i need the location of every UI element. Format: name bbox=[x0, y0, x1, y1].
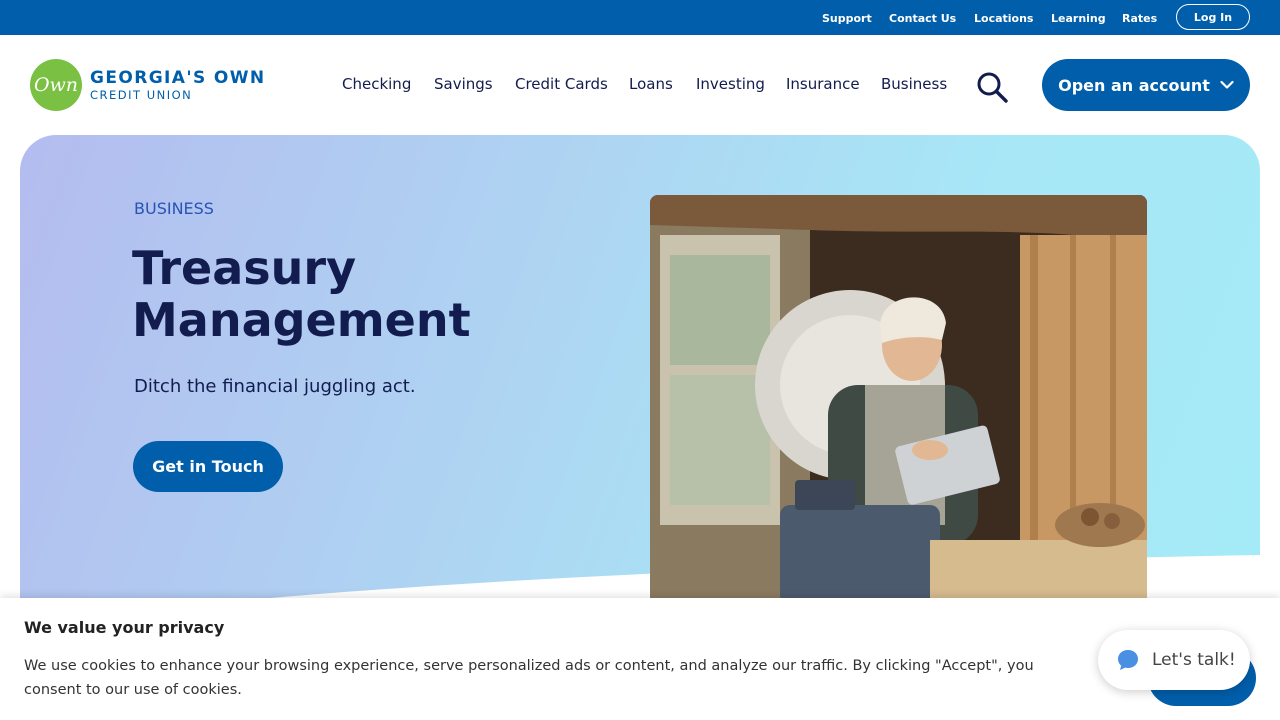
logo-badge: Own bbox=[30, 59, 82, 111]
hero-subtitle: Ditch the financial juggling act. bbox=[134, 376, 416, 397]
main-header: Own GEORGIA'S OWN CREDIT UNION Checking … bbox=[0, 35, 1280, 135]
nav-item-checking[interactable]: Checking bbox=[342, 75, 411, 93]
nav-item-savings[interactable]: Savings bbox=[434, 75, 493, 93]
utility-bar: Support Contact Us Locations Learning Ra… bbox=[0, 0, 1280, 35]
utility-link-contact-us[interactable]: Contact Us bbox=[889, 12, 956, 25]
cookie-banner: We value your privacy We use cookies to … bbox=[0, 598, 1280, 720]
nav-item-loans[interactable]: Loans bbox=[629, 75, 673, 93]
nav-item-insurance[interactable]: Insurance bbox=[786, 75, 860, 93]
search-button[interactable] bbox=[975, 70, 1009, 104]
shopkeeper-illustration bbox=[650, 195, 1147, 605]
nav-item-investing[interactable]: Investing bbox=[696, 75, 765, 93]
chat-label: Let's talk! bbox=[1152, 650, 1236, 670]
utility-link-rates[interactable]: Rates bbox=[1122, 12, 1157, 25]
utility-link-learning[interactable]: Learning bbox=[1051, 12, 1106, 25]
logo-subtitle: CREDIT UNION bbox=[90, 88, 193, 102]
utility-link-support[interactable]: Support bbox=[822, 12, 872, 25]
nav-item-credit-cards[interactable]: Credit Cards bbox=[515, 75, 608, 93]
cookie-title: We value your privacy bbox=[24, 618, 225, 637]
logo-name: GEORGIA'S OWN bbox=[90, 68, 266, 88]
chevron-down-icon bbox=[1220, 80, 1234, 89]
open-account-button[interactable]: Open an account bbox=[1042, 59, 1250, 111]
chat-bubble-icon bbox=[1118, 650, 1138, 670]
hero-eyebrow: BUSINESS bbox=[134, 199, 214, 218]
open-account-label: Open an account bbox=[1058, 75, 1210, 95]
nav-item-business[interactable]: Business bbox=[881, 75, 947, 93]
login-button[interactable]: Log In bbox=[1176, 4, 1250, 30]
chat-button[interactable]: Let's talk! bbox=[1098, 630, 1250, 690]
cookie-message: We use cookies to enhance your browsing … bbox=[24, 658, 1034, 698]
get-in-touch-button[interactable]: Get in Touch bbox=[133, 441, 283, 492]
page-title: Treasury Management bbox=[132, 241, 471, 347]
hero-photo bbox=[650, 195, 1147, 605]
search-icon bbox=[977, 72, 1008, 103]
utility-link-locations[interactable]: Locations bbox=[974, 12, 1033, 25]
